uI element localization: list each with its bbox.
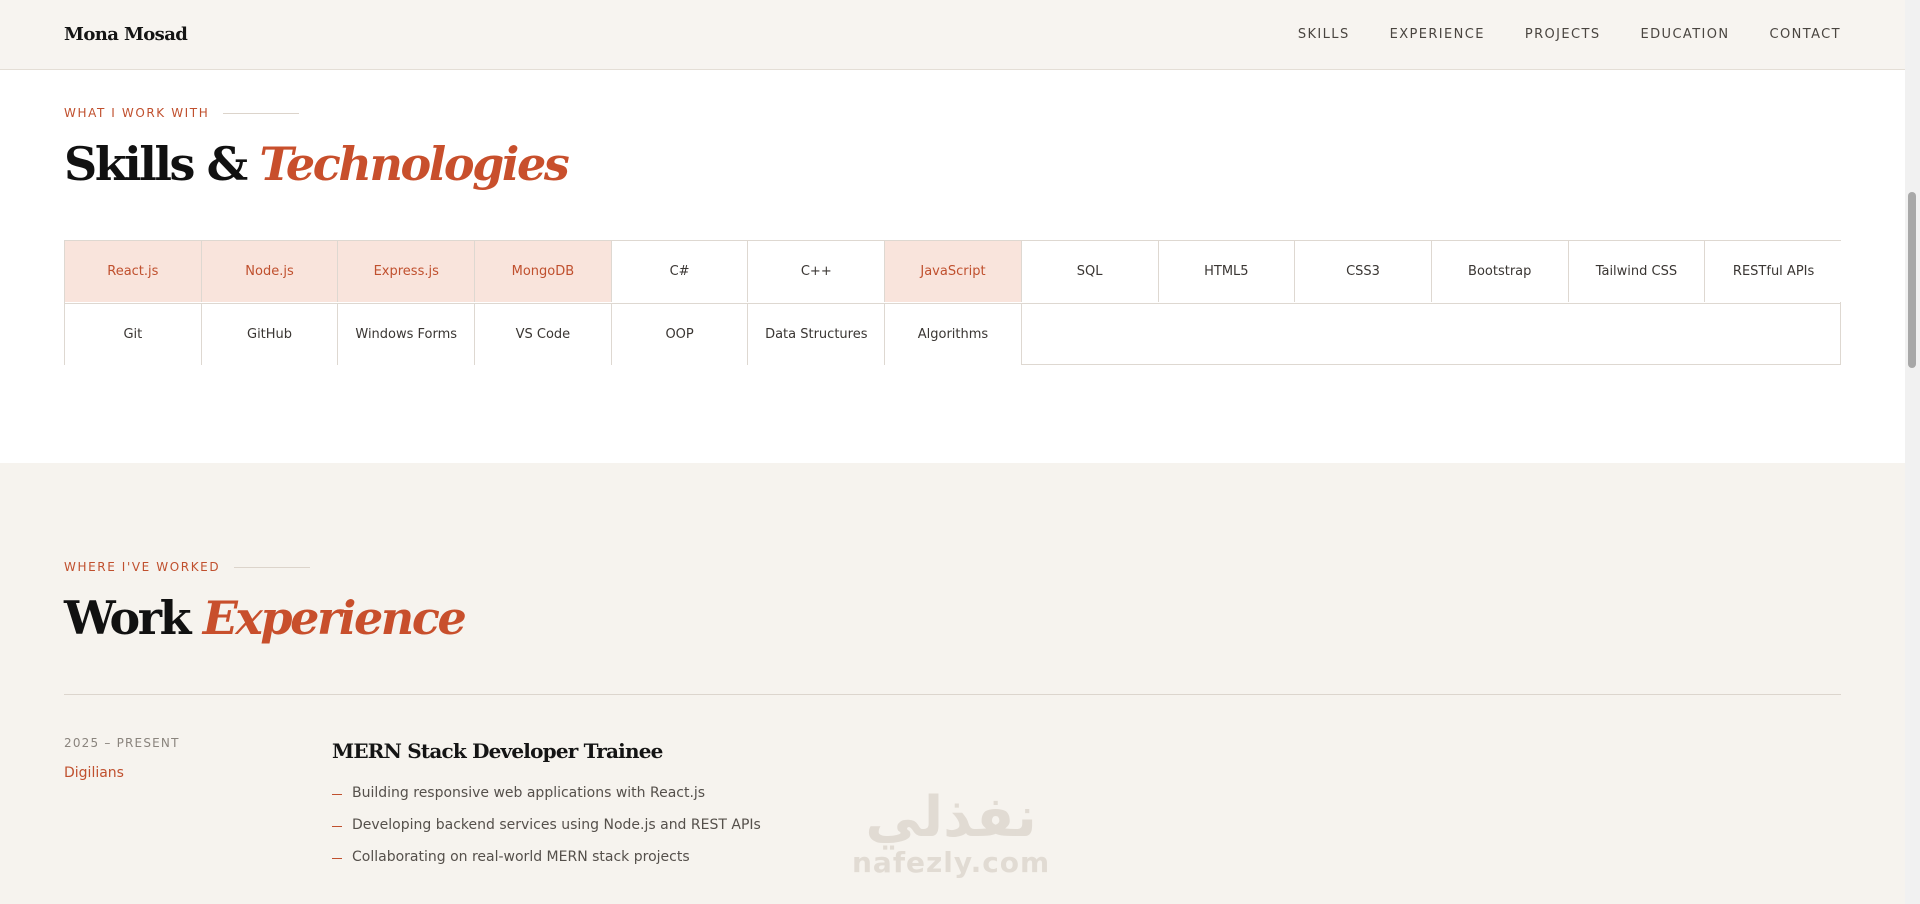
skill-cell: HTML5 <box>1158 241 1296 302</box>
nav-link-education[interactable]: EDUCATION <box>1641 27 1730 42</box>
skills-row: React.js Node.js Express.js MongoDB C# C++ Jav… <box>65 241 1842 303</box>
job-bullet: Building responsive web applications wit… <box>332 785 761 817</box>
skills-eyebrow-text: WHAT I WORK WITH <box>64 106 210 120</box>
nav-link-projects[interactable]: PROJECTS <box>1525 27 1601 42</box>
nav-link-experience[interactable]: EXPERIENCE <box>1390 27 1485 42</box>
skill-cell: MongoDB <box>475 241 612 302</box>
skills-title: Skills & Technologies <box>64 137 570 191</box>
site-header: Mona Mosad SKILLS EXPERIENCE PROJECTS ED… <box>0 0 1905 70</box>
nav-link-contact[interactable]: CONTACT <box>1770 27 1841 42</box>
job-bullets: Building responsive web applications wit… <box>332 785 761 881</box>
job-role: MERN Stack Developer Trainee <box>332 739 663 763</box>
experience-eyebrow-text: WHERE I'VE WORKED <box>64 560 221 574</box>
skill-cell: RESTful APIs <box>1705 241 1842 302</box>
job-company: Digilians <box>64 765 124 781</box>
job-bullet-text: Collaborating on real-world MERN stack p… <box>352 849 690 865</box>
skill-cell: React.js <box>65 241 202 302</box>
skill-cell: Data Structures <box>748 304 886 365</box>
experience-divider <box>64 694 1841 695</box>
experience-eyebrow: WHERE I'VE WORKED <box>64 560 311 574</box>
skill-cell: VS Code <box>475 304 612 365</box>
watermark-latin: nafezly.com <box>852 846 1051 879</box>
experience-title-main: Work <box>64 591 203 645</box>
skill-cell: Algorithms <box>885 304 1022 365</box>
skills-title-main: Skills & <box>64 137 260 191</box>
skill-cell: Express.js <box>338 241 476 302</box>
watermark-logo: نفذلي nafezly.com <box>852 788 1050 878</box>
scrollbar-track[interactable] <box>1905 0 1920 904</box>
job-bullet: Developing backend services using Node.j… <box>332 817 761 849</box>
skill-cell: OOP <box>611 304 749 365</box>
eyebrow-rule <box>223 112 300 114</box>
skills-row: Git GitHub Windows Forms VS Code OOP Data Str… <box>65 303 1840 365</box>
job-period: 2025 – PRESENT <box>64 736 180 750</box>
experience-title: Work Experience <box>64 591 467 645</box>
skills-eyebrow: WHAT I WORK WITH <box>64 106 300 120</box>
skill-cell: Bootstrap <box>1431 241 1569 302</box>
skill-cell: JavaScript <box>885 241 1022 302</box>
job-bullet: Collaborating on real-world MERN stack p… <box>332 849 761 881</box>
skill-cell: Tailwind CSS <box>1568 241 1706 302</box>
skills-title-accent: Technologies <box>259 137 569 191</box>
skill-cell: C# <box>611 241 749 302</box>
main-nav: SKILLS EXPERIENCE PROJECTS EDUCATION CON… <box>1298 27 1841 42</box>
skills-grid: React.js Node.js Express.js MongoDB C# C++ Jav… <box>64 240 1842 365</box>
skill-cell: Windows Forms <box>338 304 476 365</box>
skill-cell: C++ <box>748 241 886 302</box>
skill-cell: CSS3 <box>1295 241 1432 302</box>
watermark-arabic: نفذلي <box>865 785 1037 850</box>
nav-link-skills[interactable]: SKILLS <box>1298 27 1350 42</box>
page: Mona Mosad SKILLS EXPERIENCE PROJECTS ED… <box>0 0 1905 904</box>
dash-icon <box>332 826 342 827</box>
dash-icon <box>332 794 342 795</box>
skill-cell: Git <box>65 304 202 365</box>
scrollbar-thumb[interactable] <box>1908 192 1916 368</box>
skill-cell: GitHub <box>201 304 339 365</box>
job-bullet-text: Developing backend services using Node.j… <box>352 817 761 833</box>
skills-section: WHAT I WORK WITH Skills & Technologies R… <box>0 70 1905 463</box>
brand-logo[interactable]: Mona Mosad <box>64 24 188 45</box>
skill-cell: SQL <box>1021 241 1159 302</box>
skill-cell: Node.js <box>201 241 339 302</box>
job-bullet-text: Building responsive web applications wit… <box>352 785 706 801</box>
experience-title-accent: Experience <box>202 591 467 645</box>
dash-icon <box>332 858 342 859</box>
eyebrow-rule <box>234 566 311 568</box>
